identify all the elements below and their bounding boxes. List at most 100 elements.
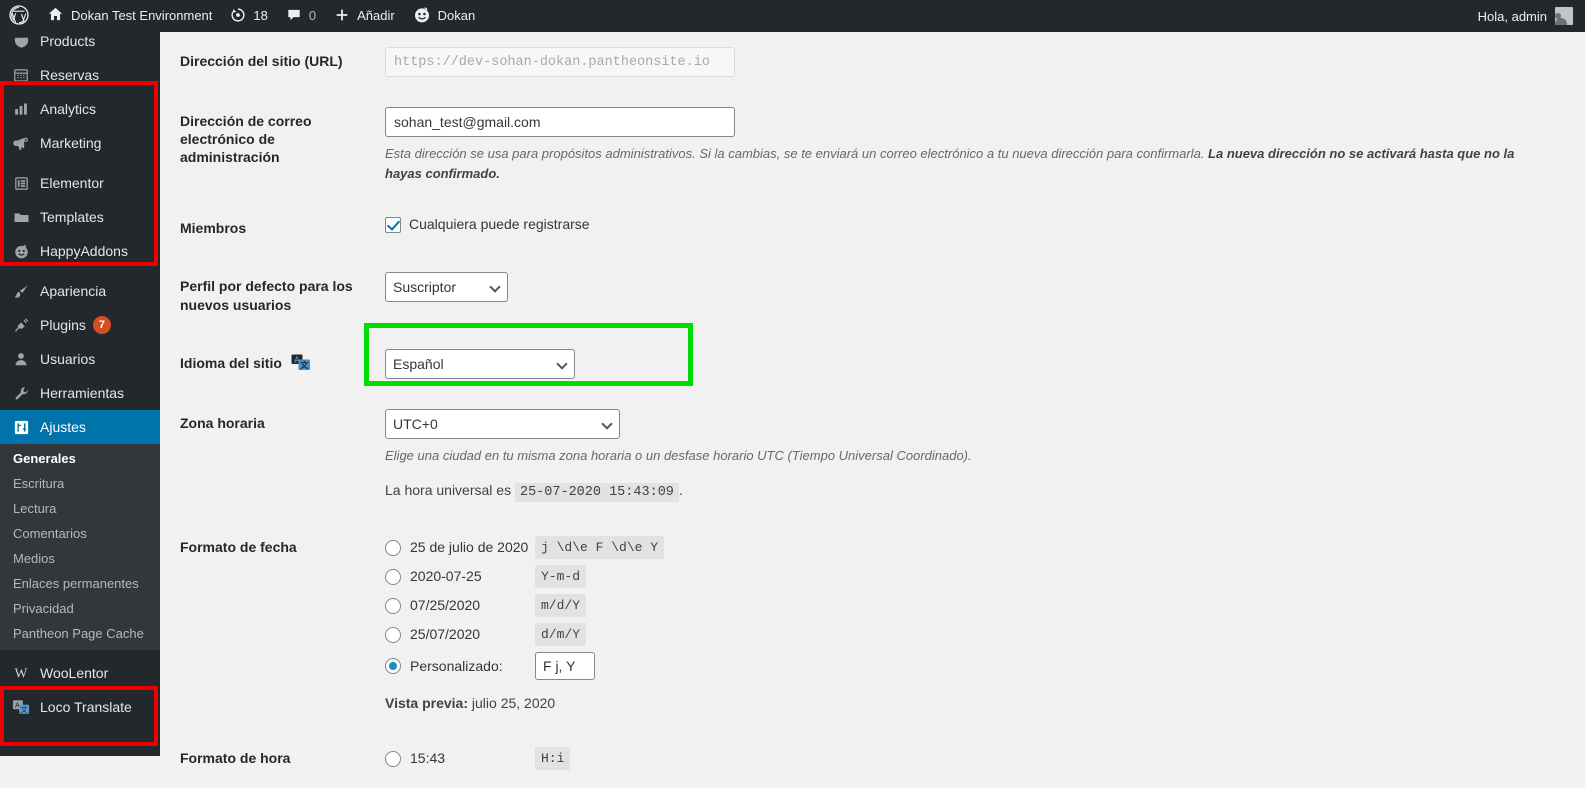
site-language-select-wrap[interactable]: Español — [385, 348, 575, 379]
sidebar-item-usuarios[interactable]: Usuarios — [0, 342, 160, 376]
sidebar-item-templates[interactable]: Templates — [0, 200, 160, 234]
time-format-radio-0[interactable] — [385, 750, 401, 767]
sidebar-item-label: WooLentor — [40, 665, 109, 681]
new-content-button[interactable]: Añadir — [325, 0, 404, 32]
timezone-select[interactable]: UTC+0 — [385, 408, 620, 439]
time-format-code-0: H:i — [535, 746, 571, 771]
anyone-can-register-label: Cualquiera puede registrarse — [409, 216, 590, 233]
dokan-menu[interactable]: Dokan — [404, 0, 485, 32]
admin-email-input[interactable] — [385, 107, 735, 137]
site-language-select[interactable]: Español — [385, 348, 575, 379]
site-url-label: Dirección del sitio (URL) — [180, 53, 343, 69]
date-format-custom-input[interactable] — [535, 652, 595, 681]
default-role-select[interactable]: Suscriptor — [385, 272, 508, 303]
date-format-radio-2[interactable] — [385, 597, 401, 614]
loco-translate-icon: A文 — [9, 697, 33, 717]
updates-icon — [230, 7, 246, 26]
date-format-option-2[interactable]: 07/25/2020 — [385, 595, 535, 616]
sidebar-item-label: Loco Translate — [40, 699, 132, 715]
sidebar-item-label: HappyAddons — [40, 243, 128, 259]
date-format-option-row[interactable]: 25 de julio de 2020 j \d\e F \d\e Y — [385, 533, 1575, 562]
membership-label: Miembros — [180, 220, 247, 237]
date-format-preview-label: Vista previa: — [385, 695, 469, 712]
submenu-item-enlaces-permanentes[interactable]: Enlaces permanentes — [0, 571, 160, 596]
svg-text:文: 文 — [300, 360, 309, 370]
sidebar-item-label: Ajustes — [40, 419, 86, 435]
submenu-item-comentarios[interactable]: Comentarios — [0, 521, 160, 546]
submenu-item-pantheon-page-cache[interactable]: Pantheon Page Cache — [0, 621, 160, 646]
sidebar-item-label: Plugins — [40, 317, 86, 333]
comments-bubble-icon — [286, 7, 302, 26]
admin-email-description-normal: Esta dirección se usa para propósitos ad… — [385, 146, 1209, 161]
updates-button[interactable]: 18 — [221, 0, 276, 32]
comments-count: 0 — [308, 8, 317, 23]
translation-flag-icon: A文 — [291, 354, 311, 371]
date-format-code-0: j \d\e F \d\e Y — [535, 535, 665, 560]
row-date-format: Formato de fecha 25 de julio de 2020 j \… — [160, 518, 1585, 729]
wordpress-logo-button[interactable] — [0, 0, 38, 32]
paintbrush-icon — [9, 281, 33, 301]
sidebar-item-ajustes[interactable]: Ajustes — [0, 410, 168, 444]
timezone-description: Elige una ciudad en tu misma zona horari… — [385, 447, 972, 463]
date-format-label: Formato de fecha — [180, 539, 297, 556]
sidebar-item-label: Analytics — [40, 101, 97, 117]
my-account-menu[interactable]: Hola, admin — [1478, 7, 1585, 25]
sidebar-item-apariencia[interactable]: Apariencia — [0, 274, 160, 308]
date-format-radio-3[interactable] — [385, 626, 401, 643]
products-icon — [9, 31, 33, 51]
sidebar-item-woolentor[interactable]: W WooLentor — [0, 656, 160, 690]
sidebar-item-happyaddons[interactable]: HappyAddons — [0, 234, 160, 268]
folder-icon — [9, 207, 33, 227]
submenu-item-lectura[interactable]: Lectura — [0, 496, 160, 521]
submenu-item-escritura[interactable]: Escritura — [0, 471, 160, 496]
sidebar-item-elementor[interactable]: Elementor — [0, 166, 160, 200]
date-format-radio-0[interactable] — [385, 539, 401, 556]
timezone-select-wrap[interactable]: UTC+0 — [385, 408, 620, 439]
time-format-option-row[interactable]: 15:43 H:i — [385, 744, 1575, 773]
date-format-option-row[interactable]: 2020-07-25 Y-m-d — [385, 562, 1575, 591]
date-format-option-0[interactable]: 25 de julio de 2020 — [385, 537, 535, 558]
sidebar-item-label: Products — [40, 33, 96, 49]
submenu-item-privacidad[interactable]: Privacidad — [0, 596, 160, 621]
time-format-option-0[interactable]: 15:43 — [385, 748, 535, 769]
wrench-icon — [9, 383, 33, 403]
date-format-option-1[interactable]: 2020-07-25 — [385, 566, 535, 587]
sidebar-item-label: Marketing — [40, 135, 102, 151]
sidebar-item-loco-translate[interactable]: A文 Loco Translate — [0, 690, 160, 724]
settings-sliders-icon — [9, 417, 33, 437]
universal-time-line: La hora universal es 25-07-2020 15:43:09… — [385, 480, 1575, 503]
default-role-select-wrap[interactable]: Suscriptor — [385, 272, 508, 303]
date-format-custom-option[interactable]: Personalizado: — [385, 656, 535, 677]
universal-time-suffix: . — [678, 481, 683, 498]
settings-submenu: Generales Escritura Lectura Comentarios … — [0, 444, 160, 650]
sidebar-item-reservas[interactable]: Reservas — [0, 58, 160, 92]
row-time-format: Formato de hora 15:43 H:i — [160, 729, 1585, 788]
sidebar-item-label: Usuarios — [40, 351, 96, 367]
date-format-radio-1[interactable] — [385, 568, 401, 585]
default-role-label: Perfil por defecto para los nuevos usuar… — [180, 278, 353, 313]
sidebar-item-analytics[interactable]: Analytics — [0, 92, 160, 126]
admin-sidebar-menu: Products Reservas Analytics Marketing El… — [0, 0, 168, 756]
sidebar-item-herramientas[interactable]: Herramientas — [0, 376, 160, 410]
date-format-radio-custom[interactable] — [385, 658, 401, 675]
submenu-item-generales[interactable]: Generales — [0, 446, 160, 471]
comments-button[interactable]: 0 — [277, 0, 325, 32]
sidebar-item-marketing[interactable]: Marketing — [0, 126, 160, 160]
submenu-item-medios[interactable]: Medios — [0, 546, 160, 571]
date-format-option-row[interactable]: 25/07/2020 d/m/Y — [385, 620, 1575, 649]
plus-icon — [334, 7, 350, 26]
date-format-option-row[interactable]: 07/25/2020 m/d/Y — [385, 591, 1575, 620]
sidebar-item-plugins[interactable]: Plugins 7 — [0, 308, 160, 342]
general-settings-form: Dirección del sitio (URL) Dirección de c… — [160, 32, 1585, 788]
site-name-menu[interactable]: Dokan Test Environment — [38, 0, 221, 32]
date-format-custom-row[interactable]: Personalizado: — [385, 649, 1575, 683]
membership-checkbox-row[interactable]: Cualquiera puede registrarse — [385, 214, 590, 235]
anyone-can-register-checkbox[interactable] — [385, 216, 401, 233]
elementor-icon — [9, 173, 33, 193]
time-format-display-0: 15:43 — [410, 750, 446, 767]
dokan-label: Dokan — [437, 8, 476, 23]
dokan-smiley-icon — [413, 6, 431, 27]
date-format-display-1: 2020-07-25 — [410, 568, 482, 585]
date-format-option-3[interactable]: 25/07/2020 — [385, 624, 535, 645]
svg-text:文: 文 — [21, 705, 28, 714]
